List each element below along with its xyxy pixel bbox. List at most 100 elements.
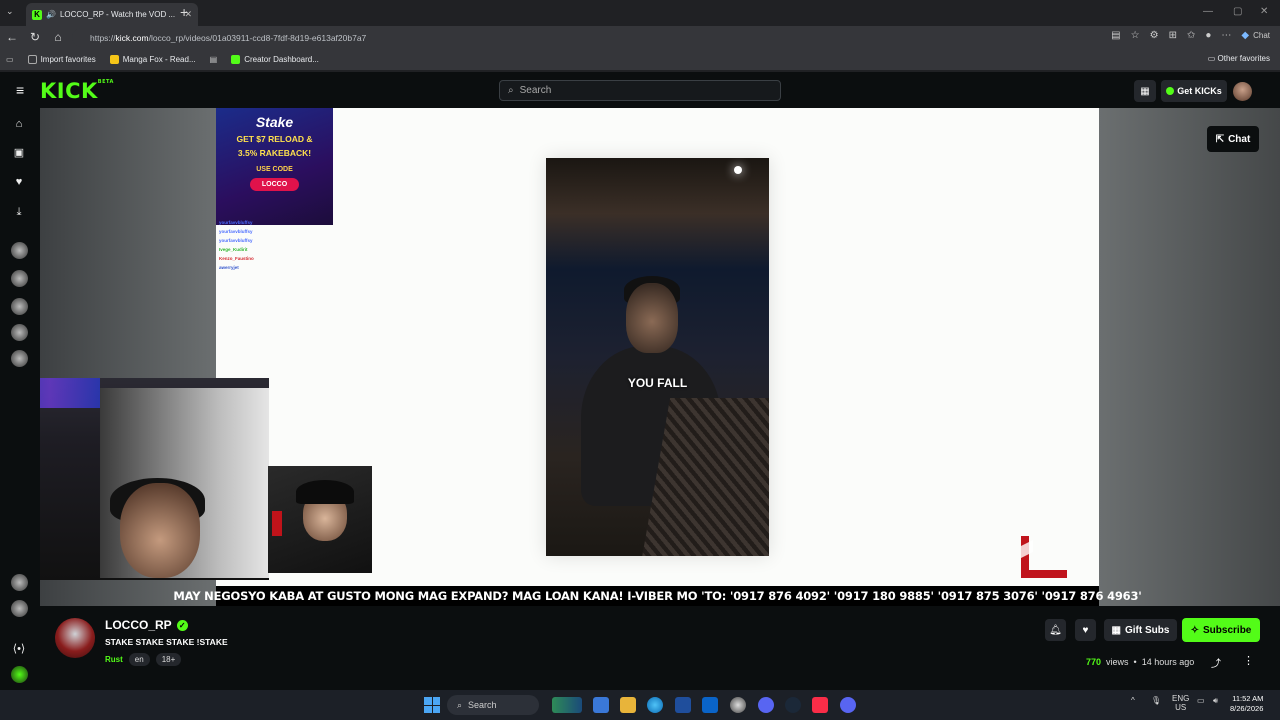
browse-icon[interactable]: ▣ <box>11 146 27 162</box>
followed-channel-avatar[interactable] <box>11 600 28 617</box>
widgets-icon[interactable] <box>552 697 582 713</box>
reading-list-icon[interactable]: ▤ <box>210 55 218 64</box>
taskbar-search[interactable]: ⌕ Search <box>447 695 539 715</box>
follow-button[interactable]: ♥ <box>1075 619 1096 641</box>
address-bar-row: ← ↻ ⌂ https://kick.com/locco_rp/videos/0… <box>0 26 1280 49</box>
category-link[interactable]: Rust <box>105 655 123 664</box>
followed-channel-avatar[interactable] <box>11 350 28 367</box>
browser-tab-active[interactable]: K 🔊 LOCCO_RP - Watch the VOD ... ✕ <box>26 3 198 26</box>
address-bar-actions: ▤ ☆ ⚙ ⊞ ✩ ● ⋯ ◆ Chat <box>1111 30 1280 41</box>
copilot-chat-button[interactable]: ◆ Chat <box>1241 30 1280 41</box>
chat-username: Ivege_Kudirit <box>219 247 248 252</box>
new-tab-button[interactable]: + <box>180 4 188 20</box>
bookmarks-bar: ▭ Import favorites Manga Fox - Read... ▤… <box>0 49 1280 71</box>
channel-name: LOCCO_RP <box>105 618 172 632</box>
gift-subs-button[interactable]: ▦ Gift Subs <box>1104 619 1177 641</box>
vod-stats: 770 views • 14 hours ago <box>1086 657 1194 667</box>
extensions-icon[interactable]: ⚙ <box>1150 30 1159 41</box>
followed-channel-avatar[interactable] <box>11 242 28 259</box>
overlay-chat-line: Kenzo_Faustino <box>219 254 399 263</box>
obs-icon[interactable] <box>730 697 746 713</box>
user-avatar[interactable] <box>1233 82 1252 101</box>
share-icon[interactable]: ⤴ <box>1211 655 1221 670</box>
followed-channel-avatar[interactable] <box>11 324 28 341</box>
following-heart-icon[interactable]: ♥ <box>11 176 27 192</box>
discord-icon[interactable] <box>758 697 774 713</box>
region-code: US <box>1175 703 1187 712</box>
url-field[interactable]: https://kick.com/locco_rp/videos/01a0391… <box>72 28 1212 47</box>
close-window-icon[interactable]: ✕ <box>1260 6 1268 17</box>
channel-name-row[interactable]: LOCCO_RP ✓ <box>105 618 188 632</box>
favorite-star-icon[interactable]: ☆ <box>1131 30 1140 41</box>
microphone-icon[interactable]: 🎙︎ <box>1151 696 1161 705</box>
maximize-icon[interactable]: ▢ <box>1233 6 1242 17</box>
other-favorites-label: Other favorites <box>1217 54 1270 63</box>
back-icon[interactable]: ← <box>5 30 19 44</box>
live-broadcast-icon[interactable]: ⟨•⟩ <box>11 642 27 658</box>
gift-icon: ▦ <box>1111 624 1121 636</box>
chat-toggle-button[interactable]: ⇱ Chat <box>1207 126 1259 152</box>
edge-browser-icon[interactable] <box>647 697 663 713</box>
outlook-icon[interactable] <box>702 697 718 713</box>
language-tag[interactable]: en <box>128 653 150 666</box>
network-icon[interactable]: ▭ <box>1197 696 1205 705</box>
tray-chevron-icon[interactable]: ^ <box>1131 696 1135 705</box>
profile-avatar[interactable] <box>11 666 28 683</box>
home-icon[interactable]: ⌂ <box>11 118 27 134</box>
chat-label: Chat <box>1253 31 1270 40</box>
browser-tab-bar: ⌄ K 🔊 LOCCO_RP - Watch the VOD ... ✕ + —… <box>0 0 1280 26</box>
hamburger-menu-icon[interactable]: ≡ <box>16 82 24 98</box>
home-icon[interactable]: ⌂ <box>51 30 65 44</box>
notification-bell-button[interactable]: 🔔︎ <box>1045 619 1066 641</box>
discord-icon[interactable] <box>840 697 856 713</box>
channel-avatar[interactable] <box>55 618 95 658</box>
collections-icon[interactable]: ▭ <box>6 55 14 64</box>
music-icon[interactable] <box>812 697 828 713</box>
windows-start-icon[interactable] <box>424 697 440 713</box>
ad-headline-2: 3.5% RAKEBACK! <box>237 148 312 158</box>
kick-logo[interactable]: KICKBETA <box>40 79 114 103</box>
video-player[interactable]: Stake GET $7 RELOAD & 3.5% RAKEBACK! USE… <box>40 108 1280 606</box>
more-options-icon[interactable]: ⋮ <box>1243 654 1254 667</box>
profile-avatar-icon[interactable]: ● <box>1205 30 1211 41</box>
followed-channel-avatar[interactable] <box>11 298 28 315</box>
bookmark-label: Creator Dashboard... <box>244 55 319 64</box>
tab-list-chevron-icon[interactable]: ⌄ <box>6 6 14 17</box>
downloads-icon[interactable]: ⤓ <box>11 206 27 222</box>
dashboard-grid-button[interactable]: ▦ <box>1134 80 1156 102</box>
search-input[interactable]: ⌕ Search <box>499 80 781 101</box>
left-sidebar: ⌂ ▣ ♥ ⤓ ⟨•⟩ <box>0 108 40 690</box>
audio-icon[interactable]: 🔊 <box>46 10 56 19</box>
get-kicks-button[interactable]: Get KICKs <box>1161 80 1227 102</box>
volume-icon[interactable]: 🔊︎ <box>1213 696 1218 706</box>
refresh-icon[interactable]: ↻ <box>28 30 42 44</box>
minimize-icon[interactable]: — <box>1203 6 1213 17</box>
stream-chat-overlay: yourfavvbluffsy yourfavvbluffsy yourfavv… <box>219 218 399 272</box>
mature-tag[interactable]: 18+ <box>155 653 182 666</box>
other-favorites[interactable]: ▭ Other favorites <box>1208 54 1270 63</box>
system-clock[interactable]: 11:52 AM 8/26/2026 <box>1230 694 1263 714</box>
guest-cap <box>296 480 354 504</box>
favorites-icon[interactable]: ✩ <box>1187 30 1195 41</box>
kicks-coin-icon <box>1166 87 1175 95</box>
bookmark-import-favorites[interactable]: Import favorites <box>27 55 96 64</box>
menu-dots-icon[interactable]: ⋯ <box>1221 30 1231 41</box>
channel-watermark-logo <box>1021 536 1067 578</box>
steam-icon[interactable] <box>785 697 801 713</box>
ad-code: LOCCO <box>249 178 300 191</box>
bookmark-label: Manga Fox - Read... <box>122 55 196 64</box>
subscribe-button[interactable]: ✧ Subscribe <box>1182 618 1260 642</box>
followed-channel-avatar[interactable] <box>11 270 28 287</box>
store-icon[interactable] <box>675 697 691 713</box>
chat-username: yourfavvbluffsy <box>219 238 253 243</box>
bookmark-manga-fox[interactable]: Manga Fox - Read... <box>109 55 196 64</box>
bookmark-creator-dashboard[interactable]: Creator Dashboard... <box>231 55 319 64</box>
language-indicator[interactable]: ENG US <box>1172 694 1189 712</box>
followed-channel-avatar[interactable] <box>11 574 28 591</box>
reader-view-icon[interactable]: ▤ <box>1111 30 1120 41</box>
copilot-app-icon[interactable] <box>593 697 609 713</box>
get-kicks-label: Get KICKs <box>1177 86 1222 96</box>
split-screen-icon[interactable]: ⊞ <box>1169 30 1177 41</box>
chat-username: Kenzo_Faustino <box>219 256 254 261</box>
file-explorer-icon[interactable] <box>620 697 636 713</box>
